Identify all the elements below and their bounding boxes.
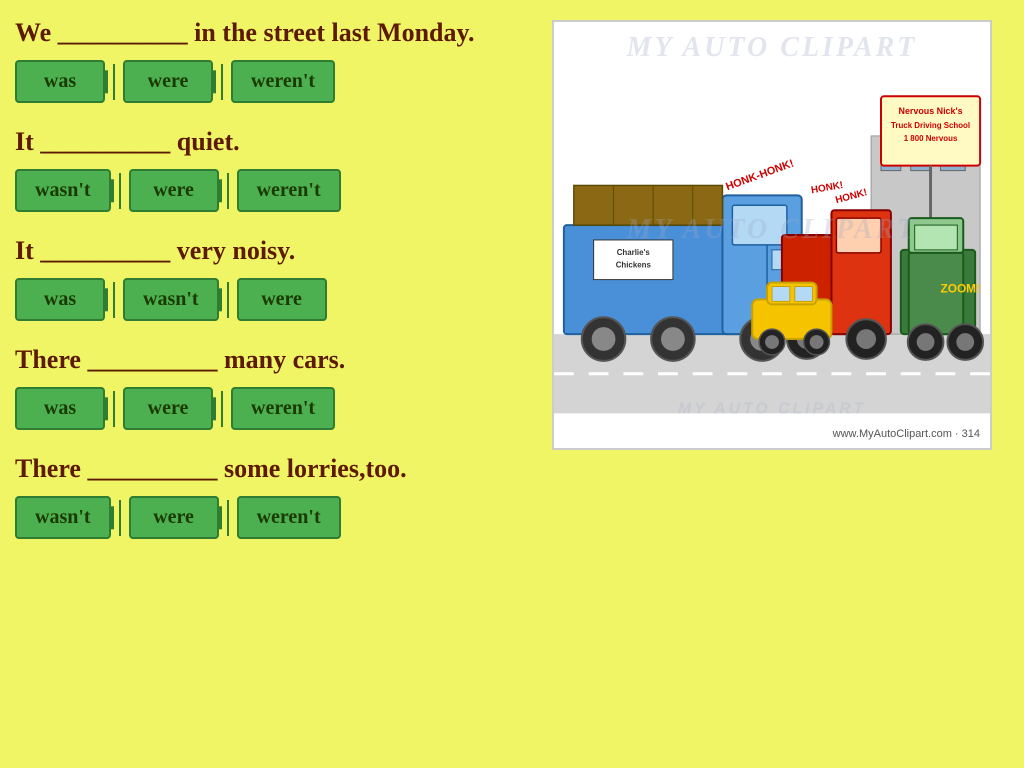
main-container: We __________ in the street last Monday.… [0, 0, 1024, 768]
divider-4 [227, 173, 229, 209]
svg-text:MY AUTO CLIPART: MY AUTO CLIPART [678, 400, 866, 417]
svg-text:Nervous Nick's: Nervous Nick's [899, 106, 963, 116]
divider-1 [113, 64, 115, 100]
question-2-text: It __________ quiet. [15, 127, 535, 157]
question-5-text: There __________ some lorries,too. [15, 454, 535, 484]
question-2-options: wasn't were weren't [15, 169, 535, 212]
divider-7 [113, 391, 115, 427]
q5-option-werent[interactable]: weren't [237, 496, 341, 539]
divider-2 [221, 64, 223, 100]
left-panel: We __________ in the street last Monday.… [15, 10, 535, 758]
divider-9 [119, 500, 121, 536]
question-5-options: wasn't were weren't [15, 496, 535, 539]
svg-text:ZOOM!: ZOOM! [940, 281, 980, 295]
question-3-options: was wasn't were [15, 278, 535, 321]
question-4-text: There __________ many cars. [15, 345, 535, 375]
svg-text:Truck Driving School: Truck Driving School [891, 121, 970, 130]
question-4-options: was were weren't [15, 387, 535, 430]
q3-option-was[interactable]: was [15, 278, 105, 321]
divider-3 [119, 173, 121, 209]
q4-option-were[interactable]: were [123, 387, 213, 430]
q1-option-were[interactable]: were [123, 60, 213, 103]
right-panel: MY AUTO CLIPART MY AUTO CLIPART Nervous … [535, 10, 1009, 758]
q2-option-were[interactable]: were [129, 169, 219, 212]
q3-option-were[interactable]: were [237, 278, 327, 321]
q2-option-werent[interactable]: weren't [237, 169, 341, 212]
question-1-text: We __________ in the street last Monday. [15, 18, 535, 48]
clipart-image: MY AUTO CLIPART MY AUTO CLIPART Nervous … [552, 20, 992, 450]
truck-scene-svg: Nervous Nick's Truck Driving School 1 80… [554, 22, 990, 448]
question-3-text: It __________ very noisy. [15, 236, 535, 266]
svg-text:1 800 Nervous: 1 800 Nervous [904, 134, 958, 143]
q1-option-werent[interactable]: weren't [231, 60, 335, 103]
q2-option-wasnt[interactable]: wasn't [15, 169, 111, 212]
svg-text:Charlie's: Charlie's [617, 248, 651, 257]
divider-10 [227, 500, 229, 536]
q3-option-wasnt[interactable]: wasn't [123, 278, 219, 321]
divider-8 [221, 391, 223, 427]
q5-option-were[interactable]: were [129, 496, 219, 539]
question-1-options: was were weren't [15, 60, 535, 103]
clipart-credit: www.MyAutoClipart.com · 314 [833, 428, 980, 440]
divider-5 [113, 282, 115, 318]
q1-option-was[interactable]: was [15, 60, 105, 103]
q4-option-was[interactable]: was [15, 387, 105, 430]
svg-text:Chickens: Chickens [616, 261, 652, 270]
q4-option-werent[interactable]: weren't [231, 387, 335, 430]
q5-option-wasnt[interactable]: wasn't [15, 496, 111, 539]
divider-6 [227, 282, 229, 318]
